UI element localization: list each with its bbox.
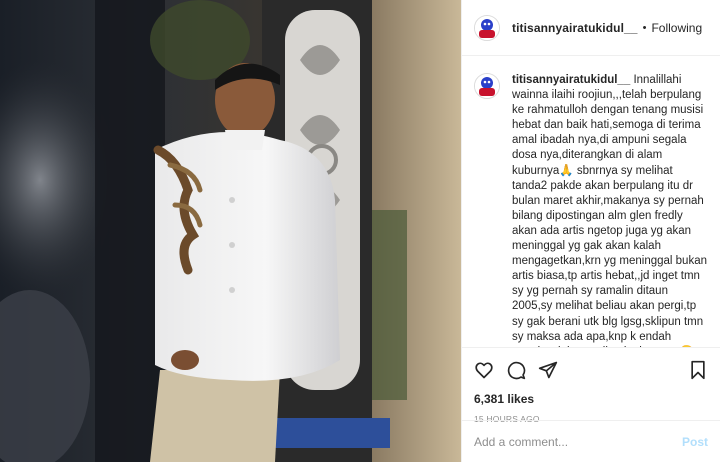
post-photo[interactable] [0, 0, 461, 462]
profile-avatar-icon[interactable] [474, 14, 500, 41]
instagram-post-view: titisannyairatukidul__ • Following titis… [0, 0, 720, 462]
post-comment-button[interactable]: Post [682, 435, 708, 449]
post-photo-image [0, 0, 461, 462]
comment-box: Add a comment... Post [462, 420, 720, 462]
likes-count[interactable]: 6,381 likes [474, 392, 708, 406]
caption-text: titisannyairatukidul__ Innalillahi wainn… [512, 73, 708, 347]
action-bar: 6,381 likes 15 HOURS AGO [462, 347, 720, 424]
caption-username[interactable]: titisannyairatukidul__ [512, 74, 630, 86]
heart-icon[interactable] [474, 360, 494, 380]
post-side-panel: titisannyairatukidul__ • Following titis… [461, 0, 720, 462]
caption-body: Innalillahi wainna ilaihi roojiun,,,tela… [512, 74, 707, 347]
header-username[interactable]: titisannyairatukidul__ [512, 21, 638, 35]
bookmark-icon[interactable] [688, 360, 708, 380]
following-button[interactable]: Following [651, 21, 702, 35]
header-separator: • [642, 21, 647, 34]
send-icon[interactable] [538, 360, 558, 380]
comment-input[interactable]: Add a comment... [474, 435, 682, 449]
post-header: titisannyairatukidul__ • Following [462, 0, 720, 56]
caption-avatar-icon[interactable] [474, 73, 500, 99]
comment-icon[interactable] [506, 360, 526, 380]
caption-area: titisannyairatukidul__ Innalillahi wainn… [462, 57, 720, 347]
